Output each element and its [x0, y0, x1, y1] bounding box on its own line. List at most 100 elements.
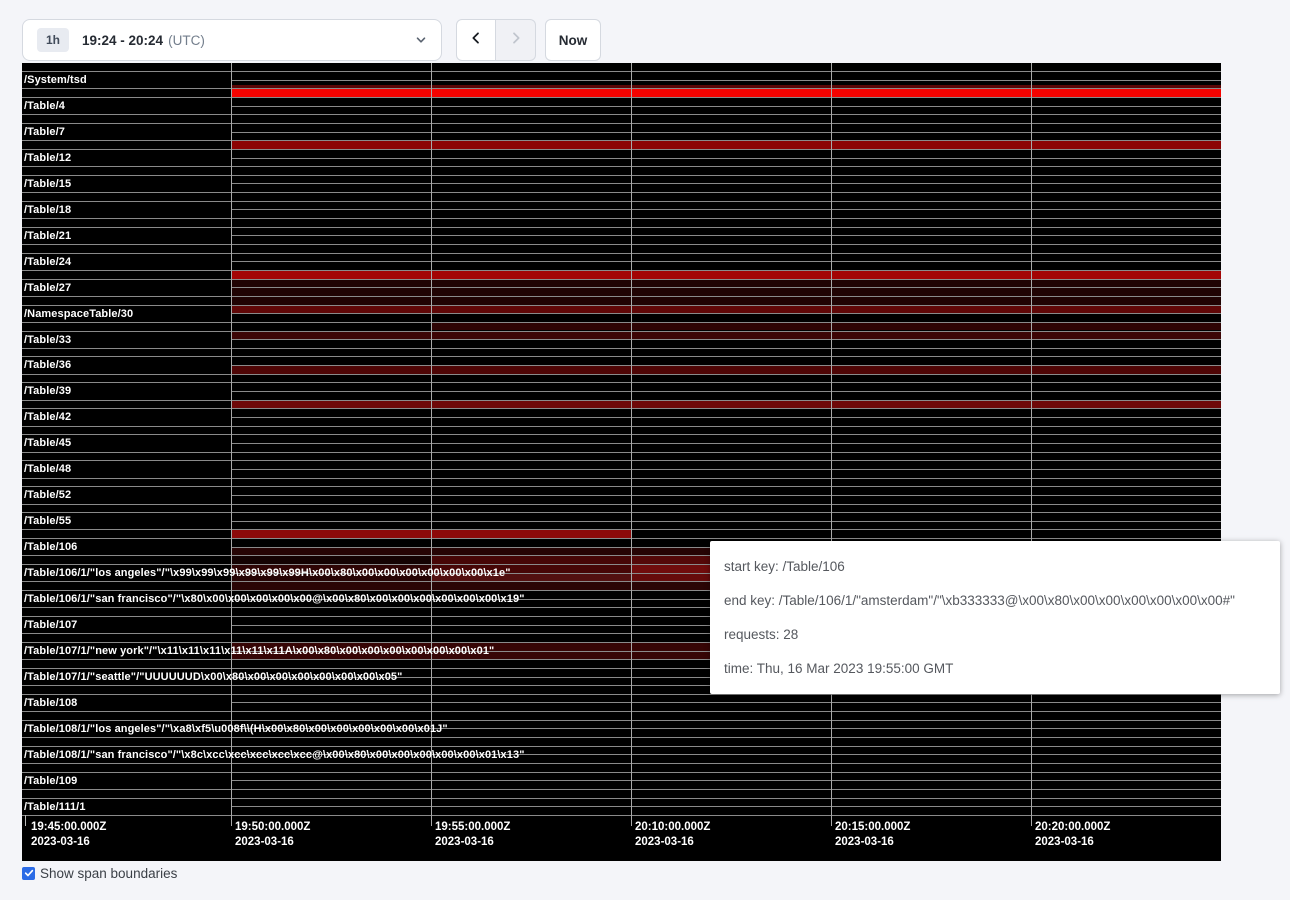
- span-boundary-line: [22, 348, 1221, 349]
- row-label: /System/tsd: [24, 74, 87, 87]
- span-boundary-line: [22, 140, 1221, 141]
- heat-band: [231, 88, 1221, 97]
- x-axis-time-label: 20:15:00.000Z: [835, 821, 910, 833]
- span-boundary-line: [231, 495, 1221, 496]
- span-boundary-line: [231, 391, 1221, 392]
- time-window-badge: 1h: [37, 28, 69, 52]
- row-label: /Table/108/1/"san francisco"/"\x8c\xcc\x…: [24, 749, 525, 762]
- tooltip-requests: requests: 28: [724, 627, 1266, 642]
- heat-band: [631, 573, 710, 582]
- span-boundary-line: [22, 529, 1221, 530]
- chevron-down-icon: [415, 34, 427, 46]
- span-boundary-line: [231, 417, 1221, 418]
- span-boundary-line: [231, 313, 1221, 314]
- span-boundary-line: [22, 253, 1221, 254]
- span-boundary-line: [231, 806, 1221, 807]
- span-tooltip: start key: /Table/106 end key: /Table/10…: [710, 541, 1280, 694]
- row-label: /Table/106/1/"san francisco"/"\x80\x00\x…: [24, 593, 525, 606]
- span-boundary-line: [231, 106, 1221, 107]
- heat-band: [631, 555, 710, 564]
- heat-band: [231, 331, 1221, 340]
- span-boundary-line: [231, 132, 1221, 133]
- span-boundary-line: [22, 114, 1221, 115]
- span-boundary-line: [22, 322, 1221, 323]
- heat-band: [231, 279, 1221, 305]
- span-boundary-line: [231, 443, 1221, 444]
- next-time-button[interactable]: [496, 19, 536, 61]
- span-boundary-line: [231, 235, 1221, 236]
- span-boundary-line: [231, 80, 1221, 81]
- span-boundary-line: [22, 434, 1221, 435]
- x-axis-date-label: 2023-03-16: [1035, 836, 1094, 848]
- span-boundary-line: [231, 521, 1221, 522]
- time-grid-line: [1031, 63, 1032, 826]
- span-boundary-line: [231, 469, 1221, 470]
- span-boundary-line: [22, 123, 1221, 124]
- row-label: /Table/52: [24, 489, 71, 502]
- span-boundary-line: [22, 166, 1221, 167]
- heat-band: [231, 581, 710, 590]
- heat-band: [431, 555, 631, 564]
- x-axis-date-label: 2023-03-16: [635, 836, 694, 848]
- heatmap-canvas[interactable]: /System/tsd/Table/4/Table/7/Table/12/Tab…: [22, 63, 1221, 861]
- span-boundary-line: [22, 798, 1221, 799]
- span-boundary-line: [22, 296, 1221, 297]
- row-label: /Table/15: [24, 178, 71, 191]
- heat-band: [231, 547, 710, 556]
- checkmark-icon: [24, 865, 34, 883]
- span-boundary-line: [22, 538, 1221, 539]
- row-label: /Table/39: [24, 385, 71, 398]
- footer-row: Show span boundaries: [22, 866, 177, 881]
- span-boundary-line: [22, 452, 1221, 453]
- row-label: /NamespaceTable/30: [24, 308, 133, 321]
- span-boundary-line: [22, 305, 1221, 306]
- span-boundary-line: [22, 486, 1221, 487]
- span-boundary-line: [22, 504, 1221, 505]
- span-boundary-line: [22, 789, 1221, 790]
- span-boundary-line: [22, 772, 1221, 773]
- span-boundary-line: [22, 356, 1221, 357]
- x-axis-time-label: 19:50:00.000Z: [235, 821, 310, 833]
- time-range-selector[interactable]: 1h 19:24 - 20:24 (UTC): [22, 19, 442, 61]
- row-label: /Table/21: [24, 230, 71, 243]
- row-label: /Table/36: [24, 359, 71, 372]
- tooltip-end-key: end key: /Table/106/1/"amsterdam"/"\xb33…: [724, 593, 1266, 608]
- row-label: /Table/33: [24, 334, 71, 347]
- show-span-boundaries-checkbox[interactable]: [22, 867, 35, 880]
- span-boundary-line: [22, 763, 1221, 764]
- span-boundary-line: [22, 408, 1221, 409]
- row-label: /Table/107: [24, 619, 77, 632]
- row-label: /Table/48: [24, 463, 71, 476]
- prev-time-button[interactable]: [456, 19, 496, 61]
- span-boundary-line: [22, 331, 1221, 332]
- show-span-boundaries-label: Show span boundaries: [40, 866, 177, 881]
- span-boundary-line: [22, 512, 1221, 513]
- heat-band: [231, 305, 1221, 314]
- chevron-right-icon: [508, 30, 524, 51]
- time-nav-group: [456, 19, 536, 61]
- now-button[interactable]: Now: [545, 19, 601, 61]
- span-boundary-line: [231, 261, 1221, 262]
- span-boundary-line: [22, 460, 1221, 461]
- heat-band: [431, 322, 1221, 331]
- span-boundary-line: [231, 365, 1221, 366]
- x-axis-date-label: 2023-03-16: [835, 836, 894, 848]
- span-boundary-line: [231, 209, 1221, 210]
- chevron-left-icon: [468, 30, 484, 51]
- x-axis-time-label: 19:55:00.000Z: [435, 821, 510, 833]
- row-label: /Table/111/1: [24, 801, 86, 814]
- tooltip-start-key: start key: /Table/106: [724, 559, 1266, 574]
- span-boundary-line: [22, 192, 1221, 193]
- span-boundary-line: [22, 711, 1221, 712]
- span-boundary-line: [22, 382, 1221, 383]
- span-boundary-line: [22, 218, 1221, 219]
- row-label: /Table/45: [24, 437, 71, 450]
- time-range-text: 19:24 - 20:24: [82, 33, 163, 48]
- row-label: /Table/12: [24, 152, 71, 165]
- x-axis-time-label: 19:45:00.000Z: [31, 821, 106, 833]
- span-boundary-line: [22, 720, 1221, 721]
- span-boundary-line: [22, 88, 1221, 89]
- heat-band: [631, 564, 710, 573]
- row-label: /Table/107/1/"new york"/"\x11\x11\x11\x1…: [24, 645, 494, 658]
- row-label: /Table/27: [24, 282, 71, 295]
